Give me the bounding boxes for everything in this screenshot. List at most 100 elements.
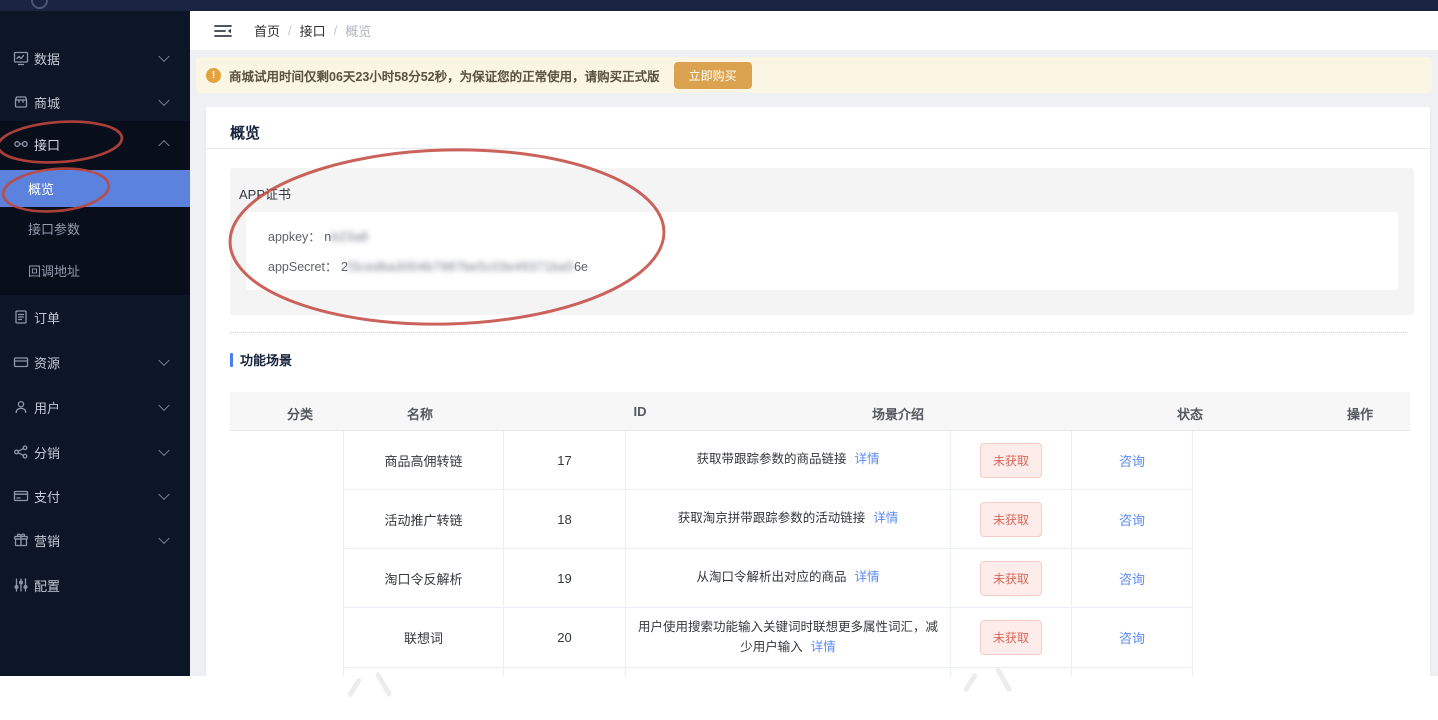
overview-card: 概览 APP证书 appkey： nb23a8 appSecret： 2f3ce… <box>206 107 1430 676</box>
col-header-scenario: 场景介绍 <box>871 407 925 422</box>
cell-name: 商品高佣转链 <box>343 431 504 490</box>
status-badge: 未获取 <box>979 501 1042 537</box>
sidebar-item-users[interactable]: 用户 <box>0 386 190 428</box>
sidebar-item-label: 商城 <box>34 95 61 111</box>
consult-link[interactable]: 咨询 <box>1119 451 1145 470</box>
page-title: 概览 <box>230 125 261 142</box>
cell-id: 17 <box>504 431 626 490</box>
divider <box>206 148 1430 149</box>
sidebar-item-distribution[interactable]: 分销 <box>0 431 190 473</box>
scenario-text: 从淘口令解析出对应的商品 <box>696 570 847 585</box>
sidebar-item-orders[interactable]: 订单 <box>0 296 190 338</box>
sidebar-item-label: 接口 <box>34 137 61 153</box>
page-content: ! 商城试用时间仅剩06天23小时58分52秒，为保证您的正常使用，请购买正式版… <box>190 50 1438 676</box>
sidebar-subitem-interface-params[interactable]: 接口参数 <box>0 210 190 246</box>
appkey-value-redacted: b23a8 <box>331 230 369 244</box>
breadcrumb-interface[interactable]: 接口 <box>300 21 326 40</box>
trial-warning-text: 商城试用时间仅剩06天23小时58分52秒，为保证您的正常使用，请购买正式版 <box>229 69 660 84</box>
sidebar-item-payment[interactable]: 支付 <box>0 475 190 517</box>
col-header-action: 操作 <box>1346 407 1374 422</box>
sidebar-subitem-label: 回调地址 <box>28 263 81 279</box>
sidebar-subitem-overview[interactable]: 概览 <box>0 170 190 207</box>
appsecret-row: appSecret： 2f3cedba3004b7987be5c03e49371… <box>268 256 588 275</box>
chevron-down-icon <box>158 50 170 63</box>
sidebar-item-label: 订单 <box>34 310 61 326</box>
cell-id: 18 <box>504 490 626 549</box>
chevron-down-icon <box>158 399 170 412</box>
breadcrumb-home[interactable]: 首页 <box>254 21 280 40</box>
sidebar-item-settings[interactable]: 配置 <box>0 564 190 606</box>
app-root: 数据 商城 接口 概览 接口参数 回调地址 订单 资源 用户 分销 支付 营销 … <box>0 0 1438 720</box>
cell-status: 未获取 <box>951 549 1072 608</box>
cell-status: 未获取 <box>951 431 1072 490</box>
cell-scenario: 获取带跟踪参数的商品链接 详情 <box>626 431 951 490</box>
sidebar: 数据 商城 接口 概览 接口参数 回调地址 订单 资源 用户 分销 支付 营销 … <box>0 11 190 676</box>
section-title: 功能场景 <box>240 353 293 368</box>
sidebar-subitem-label: 概览 <box>28 182 55 197</box>
sidebar-item-label: 支付 <box>34 489 61 505</box>
col-header-id: ID <box>633 404 647 419</box>
sidebar-item-data[interactable]: 数据 <box>0 37 190 79</box>
col-header-status: 状态 <box>1176 407 1204 422</box>
scenario-text: 获取带跟踪参数的商品链接 <box>696 452 847 467</box>
consult-link[interactable]: 咨询 <box>1119 510 1145 529</box>
breadcrumb-current: 概览 <box>345 24 372 39</box>
buy-now-button[interactable]: 立即购买 <box>673 61 752 89</box>
table-row: 商品高佣转链 17 获取带跟踪参数的商品链接 详情 未获取 咨询 <box>343 431 1193 490</box>
col-header-category: 分类 <box>286 407 314 422</box>
detail-link[interactable]: 详情 <box>855 452 880 466</box>
order-icon <box>13 309 29 325</box>
detail-link[interactable]: 详情 <box>873 511 898 525</box>
sidebar-item-label: 资源 <box>34 355 61 371</box>
appsecret-value-prefix: 2 <box>340 260 348 274</box>
cell-action: 咨询 <box>1072 608 1193 668</box>
cell-name: 联想词 <box>343 608 504 668</box>
scenario-text: 获取淘京拼带跟踪参数的活动链接 <box>677 511 866 526</box>
scenario-table: 分类 名称 ID 场景介绍 状态 操作 商品高佣转链 17 获取带跟踪参数的商品… <box>230 392 1410 676</box>
sidebar-item-resources[interactable]: 资源 <box>0 341 190 383</box>
detail-link[interactable]: 详情 <box>855 570 880 584</box>
appkey-label: appkey： <box>268 230 321 244</box>
scenario-text: 用户使用搜索功能输入关键词时联想更多属性词汇，减少用户输入 <box>637 620 938 654</box>
chevron-down-icon <box>158 354 170 367</box>
cell-scenario: 从淘口令解析出对应的商品 详情 <box>626 549 951 608</box>
sidebar-item-label: 数据 <box>34 51 61 67</box>
status-badge: 未获取 <box>979 620 1042 655</box>
sidebar-item-label: 营销 <box>34 533 61 549</box>
menu-fold-icon[interactable] <box>214 24 232 38</box>
chevron-down-icon <box>158 444 170 457</box>
app-certificate-panel: APP证书 appkey： nb23a8 appSecret： 2f3cedba… <box>230 168 1414 315</box>
sidebar-subitem-label: 接口参数 <box>28 221 81 237</box>
appkey-row: appkey： nb23a8 <box>268 226 369 245</box>
status-badge: 未获取 <box>979 560 1042 596</box>
cell-action: 咨询 <box>1072 490 1193 549</box>
sidebar-item-label: 用户 <box>34 400 61 416</box>
sliders-icon <box>13 577 29 593</box>
detail-link[interactable]: 详情 <box>811 640 836 654</box>
cell-scenario: 用户使用搜索功能输入关键词时联想更多属性词汇，减少用户输入 详情 <box>626 608 951 668</box>
app-certificate-values: appkey： nb23a8 appSecret： 2f3cedba3004b7… <box>246 212 1398 290</box>
consult-link[interactable]: 咨询 <box>1119 569 1145 588</box>
breadcrumb: 首页 / 接口 / 概览 <box>254 21 371 40</box>
table-row-partial <box>343 668 1193 676</box>
cell-id: 19 <box>504 549 626 608</box>
consult-link[interactable]: 咨询 <box>1119 628 1145 647</box>
breadcrumb-separator: / <box>333 23 338 38</box>
cell-scenario: 获取淘京拼带跟踪参数的活动链接 详情 <box>626 490 951 549</box>
sidebar-item-marketing[interactable]: 营销 <box>0 519 190 561</box>
sidebar-item-mall[interactable]: 商城 <box>0 81 190 123</box>
breadcrumb-bar: 首页 / 接口 / 概览 <box>190 11 1438 50</box>
dotted-divider <box>230 332 1408 333</box>
cell-action: 咨询 <box>1072 431 1193 490</box>
cell-action: 咨询 <box>1072 549 1193 608</box>
cell-id: 20 <box>504 608 626 668</box>
sidebar-item-interface[interactable]: 接口 <box>0 123 190 165</box>
cell-name: 淘口令反解析 <box>343 549 504 608</box>
table-row: 活动推广转链 18 获取淘京拼带跟踪参数的活动链接 详情 未获取 咨询 <box>343 490 1193 549</box>
logo-icon <box>31 0 48 9</box>
appsecret-value-redacted: f3cedba3004b7987be5c03e49371ba5 <box>347 260 575 274</box>
table-row: 联想词 20 用户使用搜索功能输入关键词时联想更多属性词汇，减少用户输入 详情 未… <box>343 608 1193 668</box>
link-icon <box>13 136 29 152</box>
chevron-down-icon <box>158 94 170 107</box>
sidebar-subitem-callback-address[interactable]: 回调地址 <box>0 252 190 288</box>
